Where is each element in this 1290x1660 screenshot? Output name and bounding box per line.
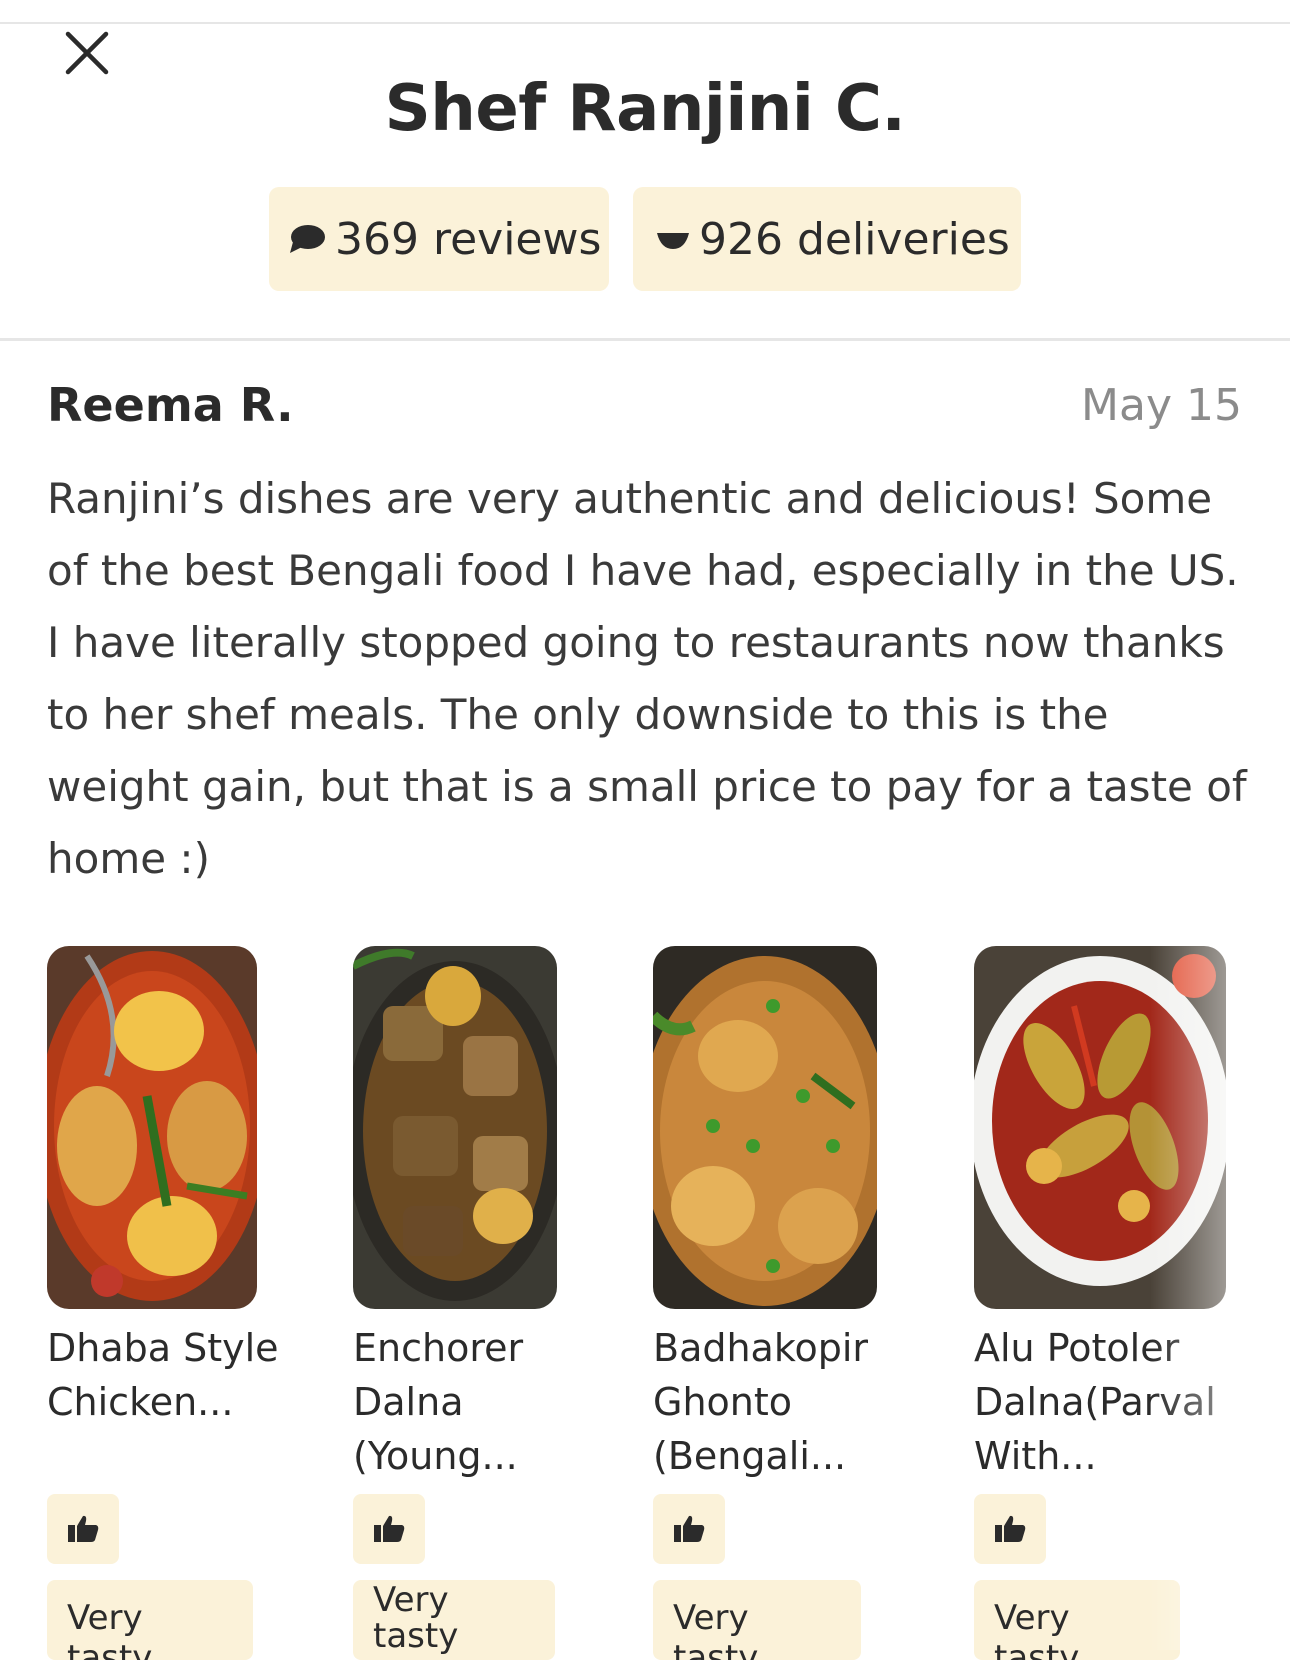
shef-name-title: Shef Ranjini C. [384,72,906,146]
deliveries-count-badge: 926 deliveries [633,187,1021,291]
thumbs-up-icon [995,1515,1026,1542]
dish-name[interactable]: Alu Potoler Dalna(Parval With... [974,1321,1234,1483]
thumbs-up-icon [674,1515,705,1542]
like-button[interactable] [974,1494,1046,1564]
reviews-count-label: 369 reviews [335,213,602,265]
thumbs-up-icon [374,1515,405,1542]
top-border [0,22,1290,24]
reviewer-name: Reema R. [47,378,294,432]
review-date: May 15 [1081,380,1242,431]
dish-photo[interactable] [47,946,257,1309]
speech-bubble-icon [287,222,327,256]
dish-photo[interactable] [653,946,877,1309]
reviews-count-badge[interactable]: 369 reviews [269,187,609,291]
review-text: Ranjini’s dishes are very authentic and … [47,474,1247,883]
dish-tag: Very tasty [353,1580,555,1660]
thumbs-up-icon [68,1515,99,1542]
dish-tag: Very tasty [47,1580,253,1660]
section-divider [0,338,1290,341]
dish-tag: Very tasty [653,1580,861,1660]
like-button[interactable] [353,1494,425,1564]
dish-name[interactable]: Badhakopir Ghonto (Bengali... [653,1321,913,1483]
dish-tag: Very tasty [974,1580,1180,1660]
dish-photo[interactable] [353,946,557,1309]
deliveries-count-label: 926 deliveries [699,213,1010,265]
delivery-bowl-icon [655,227,691,251]
dish-name[interactable]: Dhaba Style Chicken... [47,1321,307,1429]
dish-photo[interactable] [974,946,1226,1309]
like-button[interactable] [653,1494,725,1564]
dish-name[interactable]: Enchorer Dalna (Young... [353,1321,613,1483]
like-button[interactable] [47,1494,119,1564]
